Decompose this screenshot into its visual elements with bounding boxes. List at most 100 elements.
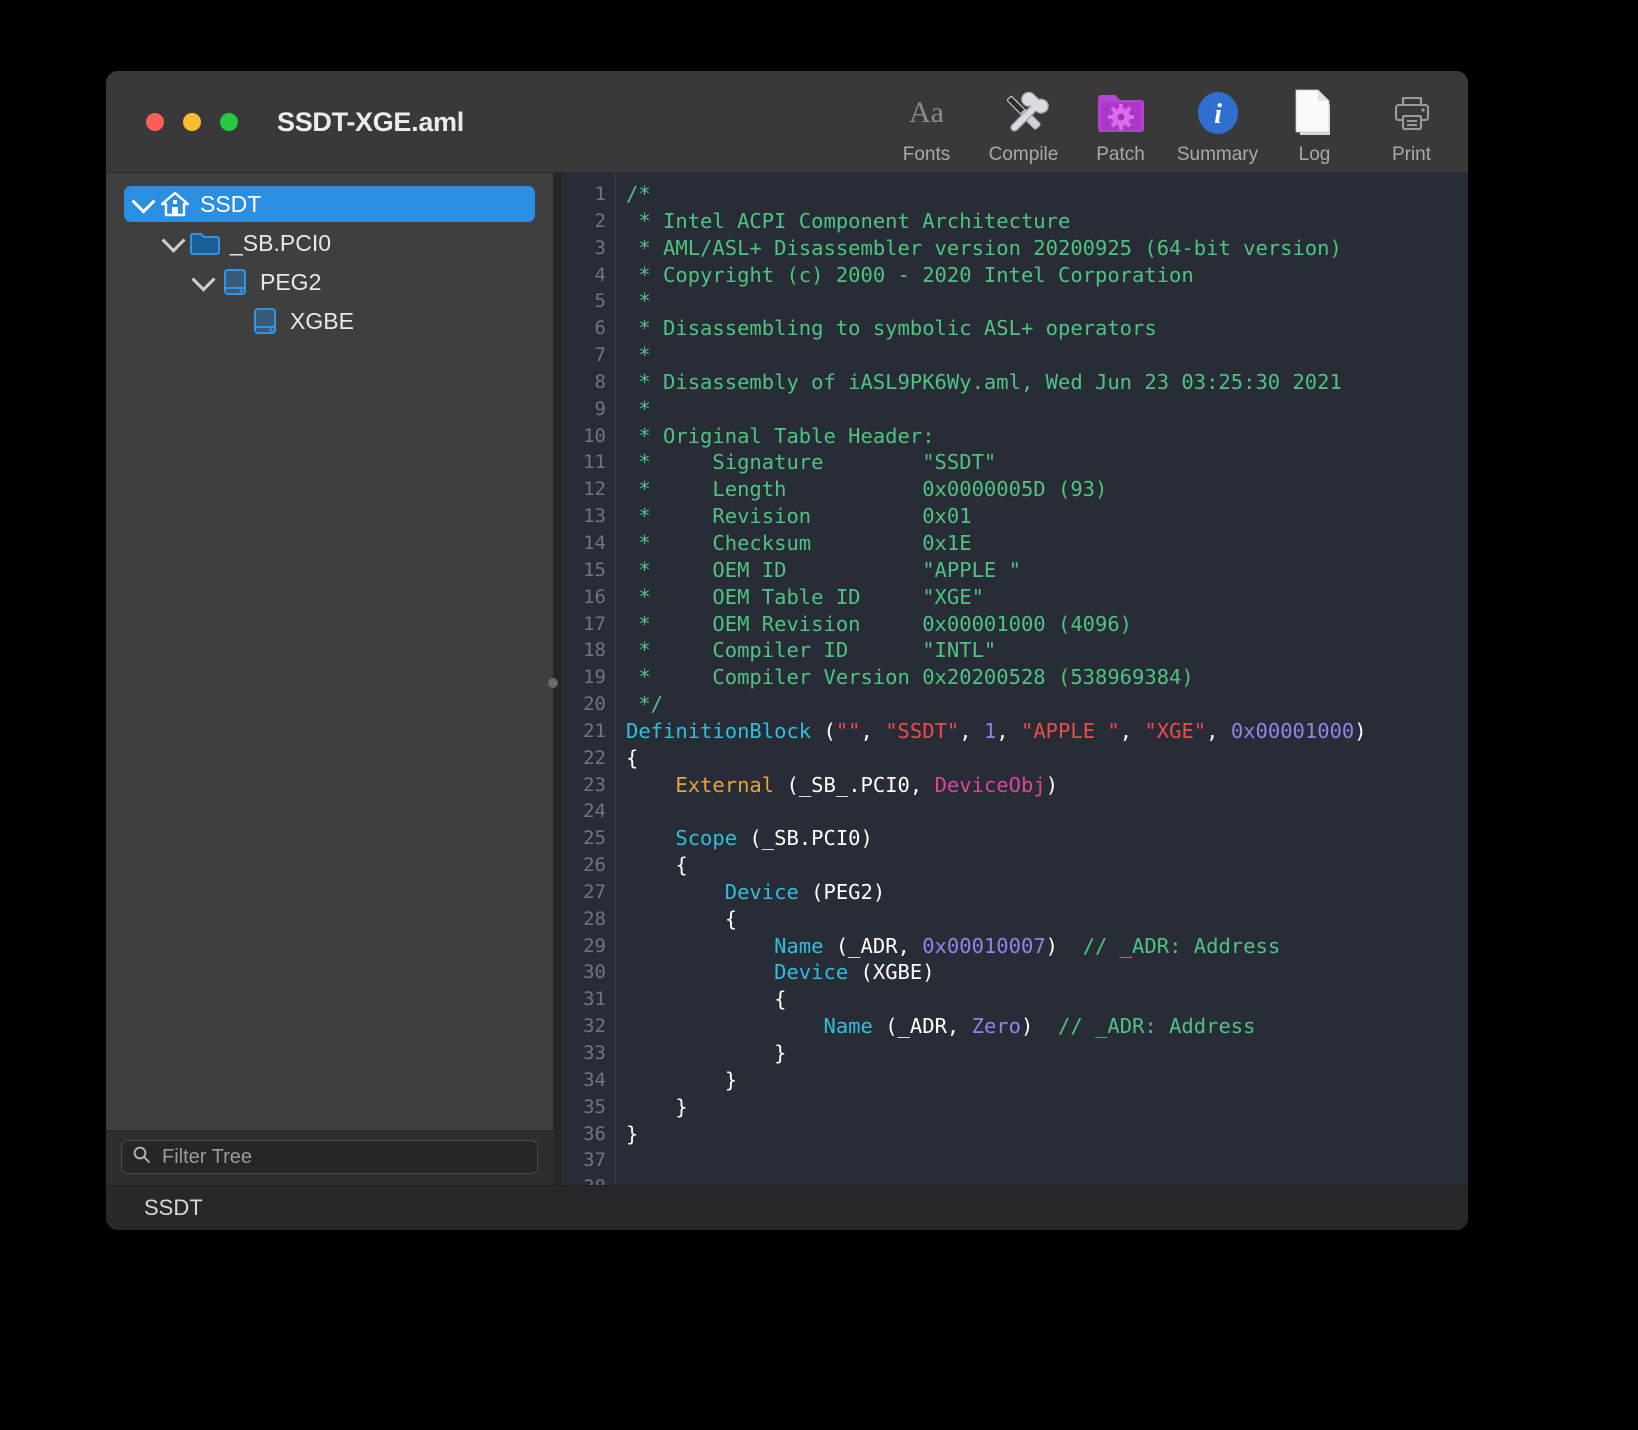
line-number: 34 bbox=[583, 1068, 606, 1091]
line-number: 31 bbox=[583, 988, 606, 1011]
line-number: 3 bbox=[594, 236, 606, 259]
filter-area bbox=[106, 1130, 553, 1185]
code-line: } bbox=[626, 1041, 787, 1065]
fonts-aa-icon: Aa bbox=[909, 96, 944, 129]
traffic-lights bbox=[146, 113, 238, 131]
line-number: 24 bbox=[583, 800, 606, 823]
line-number: 8 bbox=[594, 370, 606, 393]
line-number: 14 bbox=[583, 531, 606, 554]
line-number: 19 bbox=[583, 666, 606, 689]
code-line: Device (PEG2) bbox=[724, 879, 886, 904]
code-line: * Compiler ID "INTL" bbox=[626, 638, 997, 663]
device-icon bbox=[248, 306, 282, 336]
line-number: 32 bbox=[583, 1015, 606, 1038]
toolbar-button-print[interactable]: Print bbox=[1363, 87, 1460, 168]
code-line: * Revision 0x01 bbox=[626, 504, 972, 529]
window-titlebar: SSDT-XGE.aml Aa Fonts Compile Patch i Su… bbox=[106, 71, 1468, 173]
blue-info-circle-icon: i bbox=[1194, 87, 1242, 139]
code-line: * OEM Revision 0x00001000 (4096) bbox=[626, 611, 1133, 636]
split-divider-handle[interactable] bbox=[548, 678, 558, 688]
line-number: 16 bbox=[583, 585, 606, 608]
chevron-down-icon[interactable] bbox=[158, 228, 188, 253]
toolbar-label-log: Log bbox=[1298, 144, 1331, 165]
toolbar-button-summary[interactable]: i Summary bbox=[1169, 87, 1266, 168]
code-line: * Signature "SSDT" bbox=[626, 450, 997, 475]
code-line: Name (_ADR, 0x00010007) // _ADR: Address bbox=[774, 933, 1281, 958]
tree-item-xgbe[interactable]: XGBE bbox=[214, 303, 535, 339]
purple-gear-folder-icon bbox=[1095, 87, 1147, 139]
code-line: Name (_ADR, Zero) // _ADR: Address bbox=[823, 1014, 1256, 1039]
code-line: * OEM Table ID "XGE" bbox=[626, 584, 984, 609]
code-line: * Compiler Version 0x20200528 (538969384… bbox=[626, 665, 1194, 690]
toolbar-button-compile[interactable]: Compile bbox=[975, 87, 1072, 168]
code-line: * AML/ASL+ Disassembler version 20200925… bbox=[626, 235, 1342, 260]
acpi-tree: SSDT _SB.PCI0 PEG2 XGBE bbox=[106, 173, 553, 1130]
status-bar: SSDT bbox=[106, 1185, 1468, 1230]
toolbar-label-summary: Summary bbox=[1176, 144, 1259, 165]
line-number: 26 bbox=[583, 854, 606, 877]
status-bar-text: SSDT bbox=[144, 1195, 203, 1220]
tree-item-peg2[interactable]: PEG2 bbox=[184, 264, 535, 300]
line-number: 21 bbox=[583, 719, 606, 742]
line-number: 17 bbox=[583, 612, 606, 635]
tree-label-sb-pci0: _SB.PCI0 bbox=[230, 229, 331, 256]
folder-icon bbox=[188, 230, 222, 256]
tree-label-ssdt: SSDT bbox=[200, 190, 262, 217]
line-number: 28 bbox=[583, 907, 606, 930]
search-icon bbox=[132, 1145, 151, 1169]
line-number: 29 bbox=[583, 934, 606, 957]
code-line: External (_SB_.PCI0, DeviceObj) bbox=[675, 772, 1059, 797]
toolbar-button-fonts[interactable]: Aa Fonts bbox=[878, 87, 975, 168]
code-line: * Disassembly of iASL9PK6Wy.aml, Wed Jun… bbox=[626, 369, 1342, 394]
filter-tree-box[interactable] bbox=[121, 1140, 538, 1174]
line-number: 35 bbox=[583, 1095, 606, 1118]
line-number: 25 bbox=[583, 827, 606, 850]
line-number: 11 bbox=[583, 451, 606, 474]
line-number: 22 bbox=[583, 746, 606, 769]
window-title: SSDT-XGE.aml bbox=[277, 107, 464, 137]
chevron-down-icon[interactable] bbox=[128, 189, 158, 214]
filter-tree-input[interactable] bbox=[160, 1144, 537, 1170]
zoom-button[interactable] bbox=[220, 113, 238, 131]
code-line: * Disassembling to symbolic ASL+ operato… bbox=[626, 316, 1157, 341]
line-number: 33 bbox=[583, 1042, 606, 1064]
code-line: { bbox=[626, 987, 787, 1012]
tree-label-xgbe: XGBE bbox=[290, 307, 354, 334]
code-line: * bbox=[626, 396, 651, 421]
tree-label-peg2: PEG2 bbox=[260, 268, 322, 295]
toolbar-button-log[interactable]: Log bbox=[1266, 87, 1363, 168]
line-number: 38 bbox=[562, 1174, 606, 1185]
code-line: * Checksum 0x1E bbox=[626, 530, 972, 555]
home-icon bbox=[158, 190, 192, 218]
minimize-button[interactable] bbox=[183, 113, 201, 131]
toolbar-button-patch[interactable]: Patch bbox=[1072, 87, 1169, 168]
code-line: { bbox=[626, 745, 639, 770]
sidebar: SSDT _SB.PCI0 PEG2 XGBE Filter Tree bbox=[106, 173, 558, 1185]
line-number: 6 bbox=[594, 317, 606, 340]
line-number: 36 bbox=[583, 1122, 606, 1145]
line-number: 7 bbox=[594, 344, 606, 367]
app-window: SSDT-XGE.aml Aa Fonts Compile Patch i Su… bbox=[106, 71, 1468, 1230]
code-editor[interactable]: 1 2 3 4 5 6 7 8 9 10 11 12 13 14 15 16 1 bbox=[554, 173, 1468, 1185]
chevron-down-icon[interactable] bbox=[188, 267, 218, 292]
code-line: * Intel ACPI Component Architecture bbox=[626, 208, 1071, 233]
window-body: SSDT _SB.PCI0 PEG2 XGBE Filter Tree 1 2 … bbox=[106, 173, 1468, 1185]
code-content[interactable]: /* * Intel ACPI Component Architecture *… bbox=[616, 173, 1468, 1185]
line-number: 37 bbox=[583, 1149, 606, 1172]
tree-item-ssdt[interactable]: SSDT bbox=[124, 186, 535, 222]
document-pages-icon bbox=[1292, 87, 1338, 139]
code-line: DefinitionBlock ("", "SSDT", 1, "APPLE "… bbox=[626, 718, 1367, 743]
line-number: 13 bbox=[583, 505, 606, 528]
code-line: { bbox=[626, 853, 688, 878]
tree-item-sb-pci0[interactable]: _SB.PCI0 bbox=[154, 225, 535, 261]
line-number: 4 bbox=[594, 263, 606, 286]
toolbar: Aa Fonts Compile Patch i Summary Log Pri… bbox=[878, 87, 1460, 168]
code-line: } bbox=[626, 1094, 688, 1119]
close-button[interactable] bbox=[146, 113, 164, 131]
code-line: { bbox=[626, 906, 738, 931]
line-number: 15 bbox=[583, 558, 606, 581]
code-line: } bbox=[626, 1067, 738, 1092]
